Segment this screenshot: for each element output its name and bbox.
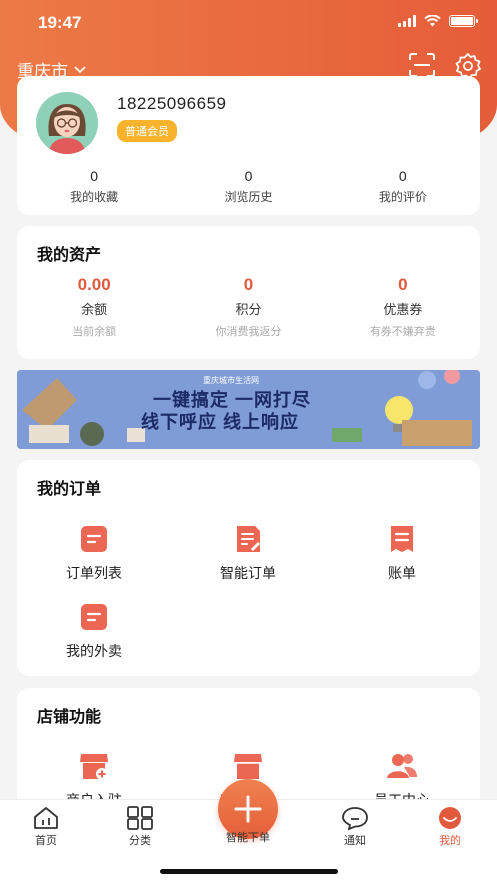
promo-banner[interactable]: 重庆城市生活网 一键搞定 一网打尽 线下呼应 线上响应 (17, 370, 480, 449)
bill-icon (391, 526, 413, 552)
section-title: 我的资产 (37, 247, 102, 264)
assets-row: 0.00 余额 当前余额 0 积分 你消费我返分 0 优惠券 有券不嫌弃贵 (17, 275, 480, 339)
asset-sub: 当前余额 (72, 326, 117, 338)
tab-label: 通知 (344, 835, 366, 847)
order-item-label: 我的外卖 (66, 643, 122, 659)
tab-label: 我的 (439, 835, 461, 847)
user-phone: 18225096659 (117, 94, 227, 113)
scan-icon[interactable] (408, 52, 436, 78)
banner-subline: 线下呼应 线上响应 (141, 412, 300, 432)
stat-label: 浏览历史 (224, 190, 273, 204)
tab-notification[interactable]: 通知 (325, 806, 385, 848)
profile-card: 18225096659 普通会员 0 我的收藏 0 浏览历史 0 我的评价 (17, 76, 480, 215)
asset-value: 0.00 (77, 275, 111, 294)
asset-value: 0 (243, 275, 254, 294)
stat-history[interactable]: 0 浏览历史 (171, 168, 325, 205)
takeaway-icon (81, 604, 107, 630)
status-bar: 19:47 (0, 0, 497, 44)
home-indicator (160, 869, 338, 874)
smart-order-button[interactable]: 智能订单 (171, 523, 325, 583)
asset-coupons[interactable]: 0 优惠券 有券不嫌弃贵 (326, 275, 480, 339)
status-time: 19:47 (38, 13, 82, 32)
home-icon (34, 807, 58, 829)
chevron-down-icon (74, 65, 86, 73)
stat-value: 0 (398, 168, 407, 184)
shop-center-icon (234, 754, 262, 779)
battery-icon (449, 15, 478, 27)
tab-category[interactable]: 分类 (110, 806, 170, 848)
cellular-signal-icon (398, 15, 416, 27)
asset-balance[interactable]: 0.00 余额 当前余额 (17, 275, 171, 339)
profile-icon (439, 807, 461, 829)
tab-label: 首页 (35, 835, 57, 847)
order-list-button[interactable]: 订单列表 (17, 523, 171, 583)
avatar[interactable] (36, 92, 98, 154)
smart-order-icon (237, 526, 260, 552)
fab-label: 智能下单 (226, 832, 270, 844)
category-icon (127, 806, 153, 830)
banner-brand: 重庆城市生活网 (203, 376, 259, 385)
stat-label: 我的评价 (378, 190, 427, 204)
stat-favorites[interactable]: 0 我的收藏 (17, 168, 171, 205)
section-title: 店铺功能 (37, 709, 102, 726)
asset-sub: 有券不嫌弃贵 (369, 326, 436, 338)
asset-points[interactable]: 0 积分 你消费我返分 (171, 275, 325, 339)
assets-card: 我的资产 0.00 余额 当前余额 0 积分 你消费我返分 0 优惠券 有券不嫌… (17, 226, 480, 359)
stat-value: 0 (90, 168, 99, 184)
asset-label: 余额 (81, 302, 108, 317)
status-icons (398, 15, 478, 27)
plus-icon (234, 795, 262, 823)
asset-value: 0 (398, 275, 408, 294)
bill-button[interactable]: 账单 (325, 523, 479, 583)
profile-stats: 0 我的收藏 0 浏览历史 0 我的评价 (17, 168, 480, 205)
takeaway-button[interactable]: 我的外卖 (17, 601, 171, 661)
asset-label: 优惠券 (383, 302, 423, 317)
wifi-icon (424, 15, 441, 27)
stat-value: 0 (244, 168, 253, 184)
stat-reviews[interactable]: 0 我的评价 (326, 168, 480, 205)
staff-center-icon (387, 754, 417, 778)
tab-home[interactable]: 首页 (16, 806, 76, 848)
member-badge: 普通会员 (117, 120, 177, 142)
order-item-label: 账单 (388, 565, 416, 581)
tab-label: 分类 (129, 835, 151, 847)
notification-icon (342, 807, 368, 830)
shop-join-icon (80, 754, 108, 780)
asset-sub: 你消费我返分 (215, 326, 282, 338)
asset-label: 积分 (235, 302, 262, 317)
stat-label: 我的收藏 (70, 190, 119, 204)
section-title: 我的订单 (37, 481, 102, 498)
order-item-label: 订单列表 (66, 565, 122, 581)
tab-profile[interactable]: 我的 (420, 806, 480, 848)
orders-card: 我的订单 订单列表 智能订单 账单 我的外卖 (17, 460, 480, 676)
order-item-label: 智能订单 (220, 565, 276, 581)
order-list-icon (81, 526, 107, 552)
